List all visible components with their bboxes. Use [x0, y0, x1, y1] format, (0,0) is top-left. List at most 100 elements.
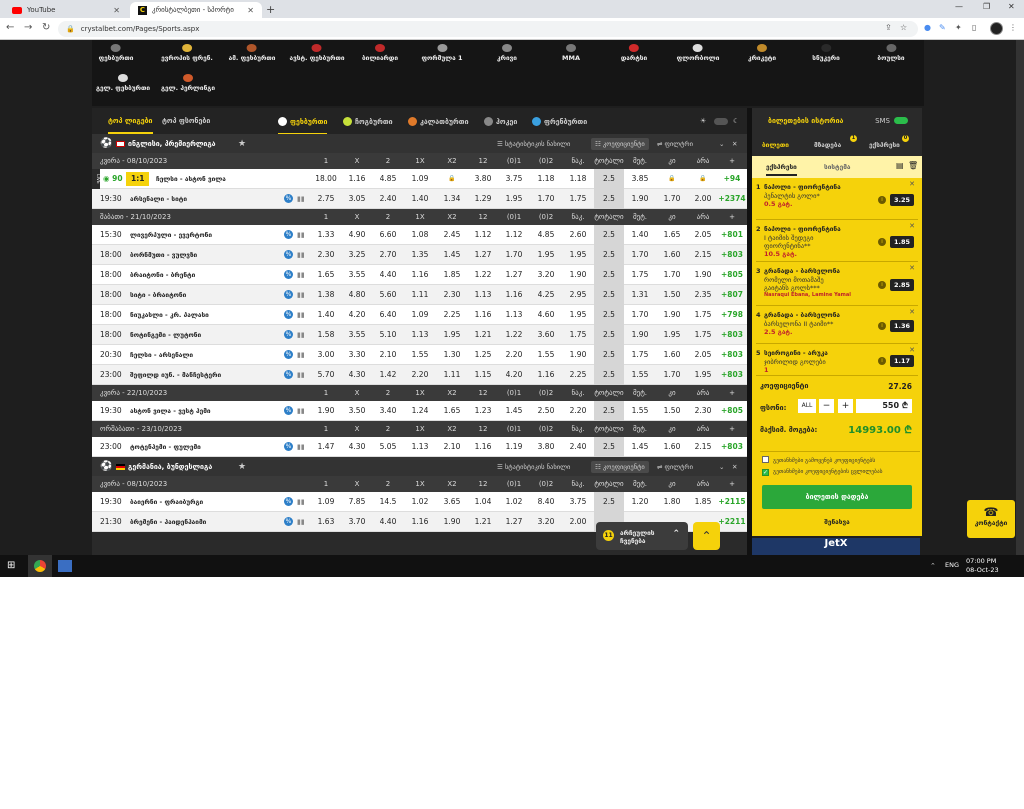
odd-button[interactable]: 3.75: [499, 174, 529, 183]
menu-icon[interactable]: ⋮: [1009, 23, 1017, 32]
stats-icon[interactable]: %: [284, 350, 293, 359]
odd-button[interactable]: 1.70: [531, 194, 561, 203]
odd-button[interactable]: 18.00: [311, 174, 341, 183]
odd-button[interactable]: 1.27: [499, 270, 529, 279]
match-teams[interactable]: სიტი - ბრაიტონი: [130, 291, 186, 299]
chevron-down-icon[interactable]: ⌄: [719, 463, 724, 471]
odd-button[interactable]: 1.15: [468, 370, 498, 379]
stats-icon[interactable]: %: [284, 194, 293, 203]
odd-button[interactable]: 3.50: [342, 406, 372, 415]
sport-item[interactable]: გელ. ფეხბურთი: [96, 74, 150, 92]
info-icon[interactable]: i: [878, 238, 886, 246]
match-row[interactable]: 20:30 ჩელსი - არსენალი% ▮▮ 3.00 3.30 2.10 1.55…: [92, 345, 747, 365]
match-row[interactable]: 18:00 ბრაიტონი - ბრენტი% ▮▮ 1.65 3.55 4.40 1.1…: [92, 265, 747, 285]
stats-toggle[interactable]: ☰ სტატისტიკის ნახილი: [497, 140, 570, 148]
chart-icon[interactable]: ▮▮: [297, 311, 305, 319]
sport-item[interactable]: კრივი: [497, 44, 517, 62]
match-row[interactable]: 23:00 ტოტენჰემი - ფულემი% ▮▮ 1.47 4.30 5.05 1.…: [92, 437, 747, 457]
match-row[interactable]: 18:00 სიტი - ბრაიტონი% ▮▮ 1.38 4.80 5.60 1.11 2…: [92, 285, 747, 305]
contact-button[interactable]: ☎ კონტაქტი: [967, 500, 1015, 538]
match-teams[interactable]: არსენალი - სიტი: [130, 195, 187, 203]
language-indicator[interactable]: ENG: [945, 561, 959, 569]
match-teams[interactable]: ნოტინგემი - ლუტონი: [130, 331, 201, 339]
star-icon[interactable]: ☆: [900, 23, 907, 32]
subtab-express[interactable]: ექსპრესი: [766, 163, 797, 176]
stats-icon[interactable]: %: [284, 406, 293, 415]
stats-icon[interactable]: %: [284, 517, 293, 526]
odd-button[interactable]: 1.65: [657, 230, 687, 239]
chart-icon[interactable]: ▮▮: [297, 371, 305, 379]
odd-button[interactable]: 1.40: [625, 230, 655, 239]
sport-item[interactable]: ბილიარდი: [362, 44, 398, 62]
odd-button[interactable]: 1.63: [311, 517, 341, 526]
match-row[interactable]: 19:30 ბაიერნი - ფრაიბურგი% ▮▮ 1.09 7.85 14.5 1…: [92, 492, 747, 512]
odd-button[interactable]: 3.85: [625, 174, 655, 183]
odd-button[interactable]: 1.13: [499, 310, 529, 319]
odd-button[interactable]: 3.20: [531, 270, 561, 279]
odd-button[interactable]: 1.95: [531, 250, 561, 259]
odd-button[interactable]: 1.95: [563, 250, 593, 259]
tab-ticket[interactable]: ბილეთი: [762, 141, 789, 149]
share-icon[interactable]: ⇪: [885, 23, 892, 32]
match-row[interactable]: LIVE ◉ 90 1:1 ჩელსი - ასტონ ვილა 18.00 1.16 4.…: [92, 169, 747, 189]
odd-button[interactable]: 1.70: [625, 310, 655, 319]
close-icon[interactable]: ✕: [909, 346, 915, 354]
odd-button[interactable]: 1.11: [437, 370, 467, 379]
stake-input[interactable]: 550 ₾: [856, 399, 912, 413]
odd-button[interactable]: 1.23: [468, 406, 498, 415]
odd-button[interactable]: 1.55: [531, 350, 561, 359]
light-mode-icon[interactable]: ☀: [700, 117, 706, 125]
odd-button[interactable]: 2.20: [499, 350, 529, 359]
odd-button[interactable]: 4.20: [342, 310, 372, 319]
odds-view-toggle[interactable]: ☷ კოეფიციენტი: [591, 137, 649, 150]
odd-button[interactable]: 1.12: [468, 230, 498, 239]
odd-button[interactable]: 2.75: [311, 194, 341, 203]
odd-button[interactable]: 4.80: [342, 290, 372, 299]
chrome-taskbar-button[interactable]: [28, 555, 52, 577]
more-markets-link[interactable]: +805: [714, 406, 747, 415]
match-teams[interactable]: შეფილდ იუნ. - მანჩესტერი: [130, 371, 221, 379]
chart-icon[interactable]: ▮▮: [297, 443, 305, 451]
odd-button[interactable]: 4.40: [373, 270, 403, 279]
match-teams[interactable]: ბრაიტონი - ბრენტი: [130, 271, 195, 279]
odd-button[interactable]: 3.05: [342, 194, 372, 203]
odd-button[interactable]: 1.75: [625, 350, 655, 359]
tray-arrow-icon[interactable]: ⌃: [930, 562, 936, 570]
chart-icon[interactable]: ▮▮: [297, 351, 305, 359]
sport-item[interactable]: გელ. ჰერლინგი: [161, 74, 215, 92]
odd-button[interactable]: 3.75: [563, 497, 593, 506]
odd-button[interactable]: 1.45: [499, 406, 529, 415]
odd-button[interactable]: 1.55: [625, 406, 655, 415]
odd-button[interactable]: 2.70: [373, 250, 403, 259]
more-markets-link[interactable]: +2374: [714, 194, 747, 203]
match-row[interactable]: 18:00 ბორნმუთი - ვულვზი% ▮▮ 2.30 3.25 2.70 1.3…: [92, 245, 747, 265]
odd-button[interactable]: 1.16: [342, 174, 372, 183]
match-row[interactable]: 23:00 შეფილდ იუნ. - მანჩესტერი% ▮▮ 5.70 4.30…: [92, 365, 747, 385]
chart-icon[interactable]: ▮▮: [297, 291, 305, 299]
odd-button[interactable]: 1.95: [499, 194, 529, 203]
bet-item[interactable]: 5 სეიროგინი - არუკა ჯიბრილიდ გოლები 1 1.17 i ✕: [756, 346, 918, 376]
odd-button[interactable]: 1.50: [657, 406, 687, 415]
stats-icon[interactable]: %: [284, 310, 293, 319]
filter-hockey[interactable]: ჰოკეი: [484, 117, 517, 126]
odd-button[interactable]: 1.19: [499, 442, 529, 451]
odd-button[interactable]: 2.25: [563, 370, 593, 379]
star-icon[interactable]: ★: [238, 462, 246, 472]
more-markets-link[interactable]: +803: [714, 350, 747, 359]
odd-button[interactable]: 1.13: [468, 290, 498, 299]
close-icon[interactable]: ✕: [247, 6, 254, 15]
odd-button[interactable]: 1.65: [311, 270, 341, 279]
odd-button[interactable]: 4.60: [531, 310, 561, 319]
all-button[interactable]: ALL: [798, 399, 816, 413]
odd-button[interactable]: 1.75: [563, 330, 593, 339]
sport-item[interactable]: კრიკეტი: [748, 44, 776, 62]
odd-button[interactable]: 2.25: [437, 310, 467, 319]
stats-icon[interactable]: %: [284, 290, 293, 299]
dark-mode-icon[interactable]: ☾: [733, 117, 739, 125]
odd-button[interactable]: 2.30: [437, 290, 467, 299]
info-icon[interactable]: i: [878, 322, 886, 330]
close-icon[interactable]: ✕: [909, 264, 915, 272]
stats-icon[interactable]: %: [284, 370, 293, 379]
close-icon[interactable]: ✕: [909, 308, 915, 316]
sport-item[interactable]: MMA: [562, 44, 580, 62]
